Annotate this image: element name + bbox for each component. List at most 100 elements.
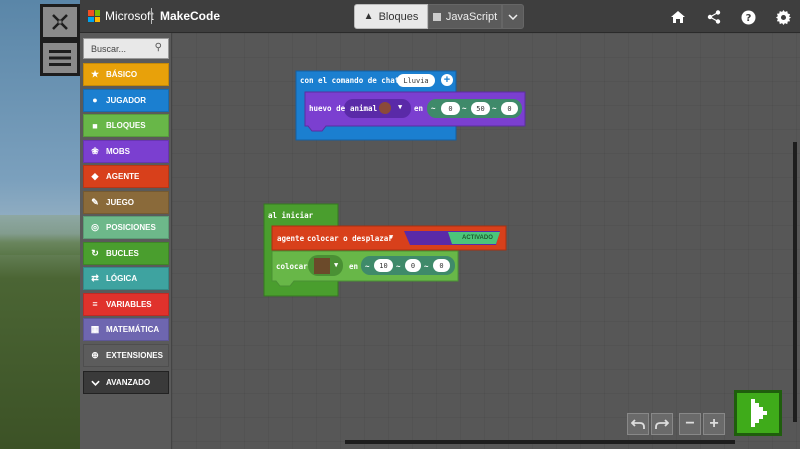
tab-bloques-label: Bloques [378, 10, 419, 23]
category-agente[interactable]: ◆ AGENTE [83, 165, 169, 188]
place-coord-y[interactable]: 0 [405, 259, 421, 272]
minus-icon: − [685, 415, 695, 432]
category-label: EXTENSIONES [106, 350, 163, 360]
redo-button[interactable] [651, 413, 673, 435]
home-icon [671, 11, 685, 23]
category-label: AGENTE [106, 172, 140, 181]
category-lógica[interactable]: ⇄ LÓGICA [83, 267, 169, 290]
block-dropdown-arrow-icon[interactable]: ▼ [334, 261, 338, 269]
on-start-header: al iniciar [268, 211, 314, 220]
close-x-button[interactable] [40, 4, 80, 40]
toolbox: Buscar... ⚲ ★ BÁSICO ● JUGADOR ■ BLOQUES ❀ MOBS… [80, 33, 172, 449]
spawn-coord-z[interactable]: 0 [501, 102, 518, 115]
category-label: JUGADOR [106, 95, 147, 105]
category-avanzado[interactable]: AVANZADO [83, 371, 169, 394]
category-extensiones[interactable]: ⊕ EXTENSIONES [83, 343, 169, 367]
category-label: LÓGICA [106, 274, 138, 283]
editor-dropdown-button[interactable] [502, 4, 524, 29]
spawn-coord-y[interactable]: 50 [471, 102, 490, 115]
search-icon: ⚲ [154, 42, 162, 53]
category-label: BLOQUES [106, 121, 146, 130]
spawn-coord-x[interactable]: 0 [441, 102, 460, 115]
brand-microsoft: Microsoft [105, 9, 154, 23]
target-icon: ◎ [91, 222, 99, 232]
category-label: MOBS [106, 146, 130, 156]
category-label: VARIABLES [106, 299, 152, 309]
place-coord-x[interactable]: 10 [374, 259, 393, 272]
menu-icon [49, 50, 71, 66]
chat-command-input[interactable]: Lluvia [397, 74, 435, 87]
plus-icon: + [709, 415, 719, 432]
star-icon: ★ [90, 69, 100, 79]
place-en-label: en [349, 262, 359, 271]
zoom-in-button[interactable]: + [703, 413, 725, 435]
settings-button[interactable] [775, 9, 791, 25]
workspace-horizontal-scrollbar[interactable] [345, 440, 735, 444]
agent-action-dropdown[interactable]: colocar o desplazar [307, 234, 393, 243]
svg-text:?: ? [745, 13, 751, 24]
cube-icon: ■ [92, 120, 98, 131]
menu-button[interactable] [40, 40, 80, 76]
category-básico[interactable]: ★ BÁSICO [83, 63, 169, 86]
place-tilde-y: ~ [396, 262, 401, 271]
tab-javascript-label: JavaScript [445, 10, 498, 23]
makecode-window: Microsoft MakeCode ▲ Bloques JavaScript … [0, 0, 800, 449]
category-label: POSICIONES [106, 223, 156, 232]
animal-dropdown-label[interactable]: animal [350, 104, 377, 113]
share-icon [707, 10, 721, 24]
category-juego[interactable]: ✎ JUEGO [83, 190, 169, 214]
category-bucles[interactable]: ↻ BUCLES [83, 241, 169, 265]
plus-icon: + [443, 74, 451, 86]
undo-button[interactable] [627, 413, 649, 435]
run-code-button[interactable] [734, 390, 782, 436]
add-parameter-button[interactable]: + [441, 74, 453, 86]
chevron-down-icon [90, 378, 100, 388]
spawn-tilde-y: ~ [462, 104, 467, 113]
category-posiciones[interactable]: ◎ POSICIONES [83, 216, 169, 239]
category-mobs[interactable]: ❀ MOBS [83, 139, 169, 163]
loop-icon: ↻ [91, 247, 99, 258]
tab-javascript[interactable]: JavaScript [428, 4, 502, 29]
help-button[interactable]: ? [740, 9, 756, 25]
settings-icon [775, 9, 791, 25]
spawn-tilde-z: ~ [492, 104, 497, 113]
spawn-label: huevo de [309, 104, 346, 113]
search-placeholder: Buscar... [91, 43, 127, 54]
puzzle-icon: ▲ [363, 11, 374, 22]
microsoft-logo-icon [88, 10, 100, 22]
place-coord-z[interactable]: 0 [433, 259, 450, 272]
tab-bloques[interactable]: ▲ Bloques [354, 4, 428, 29]
agent-icon: ◆ [91, 171, 99, 181]
category-label: MATEMÁTICA [106, 325, 160, 334]
category-label: BÁSICO [106, 70, 138, 79]
category-variables[interactable]: ≡ VARIABLES [83, 292, 169, 316]
brand-makecode[interactable]: MakeCode [160, 9, 220, 23]
zoom-out-button[interactable]: − [679, 413, 701, 435]
home-button[interactable] [670, 9, 686, 25]
brand-divider [151, 8, 152, 24]
blocks-workspace[interactable] [172, 33, 800, 449]
chevron-down-icon [508, 13, 518, 20]
workspace-vertical-scrollbar[interactable] [793, 142, 797, 422]
agent-action-arrow-icon[interactable]: ▼ [389, 233, 393, 241]
search-input[interactable]: Buscar... ⚲ [83, 38, 169, 59]
paw-icon: ❀ [91, 145, 99, 156]
category-jugador[interactable]: ● JUGADOR [83, 88, 169, 112]
play-icon [751, 399, 767, 427]
user-icon: ● [92, 95, 98, 105]
wrench-icon: ✎ [91, 196, 99, 207]
redo-icon [655, 419, 669, 429]
category-bloques[interactable]: ■ BLOQUES [83, 114, 169, 137]
calculator-icon: ▦ [90, 324, 100, 334]
undo-icon [631, 419, 645, 429]
place-label: colocar [276, 262, 308, 271]
agent-toggle-activado[interactable]: ACTIVADO [462, 235, 493, 241]
spawn-tilde-x: ~ [431, 104, 436, 113]
place-tilde-z: ~ [424, 262, 429, 271]
category-avanzado-label: AVANZADO [106, 378, 151, 387]
category-matemática[interactable]: ▦ MATEMÁTICA [83, 318, 169, 341]
spawn-en-label: en [414, 104, 424, 113]
animal-dropdown-arrow-icon[interactable]: ▼ [398, 103, 402, 111]
help-icon: ? [741, 10, 755, 24]
share-button[interactable] [706, 9, 722, 25]
